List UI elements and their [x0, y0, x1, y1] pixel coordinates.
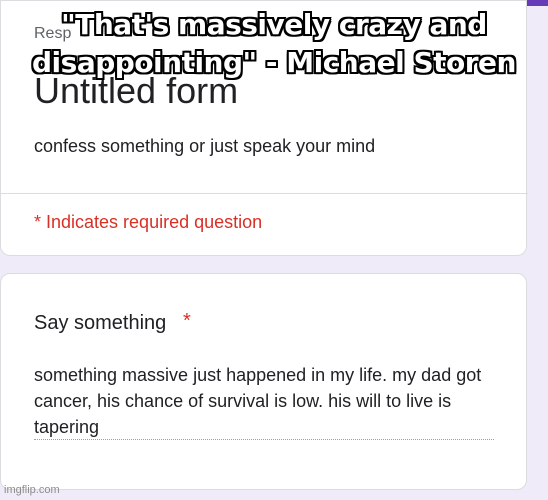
question-card: Say something * something massive just h…	[0, 273, 527, 490]
form-description: confess something or just speak your min…	[34, 136, 376, 156]
required-marker: *	[183, 310, 191, 332]
answer-field[interactable]: something massive just happened in my li…	[34, 362, 504, 440]
watermark: imgflip.com	[4, 484, 60, 496]
answer-underline	[34, 439, 494, 440]
header-divider	[1, 193, 528, 194]
meme-caption: "That's massively crazy and disappointin…	[32, 8, 516, 79]
question-title: Say something	[34, 312, 167, 334]
required-note: * Indicates required question	[34, 212, 263, 232]
